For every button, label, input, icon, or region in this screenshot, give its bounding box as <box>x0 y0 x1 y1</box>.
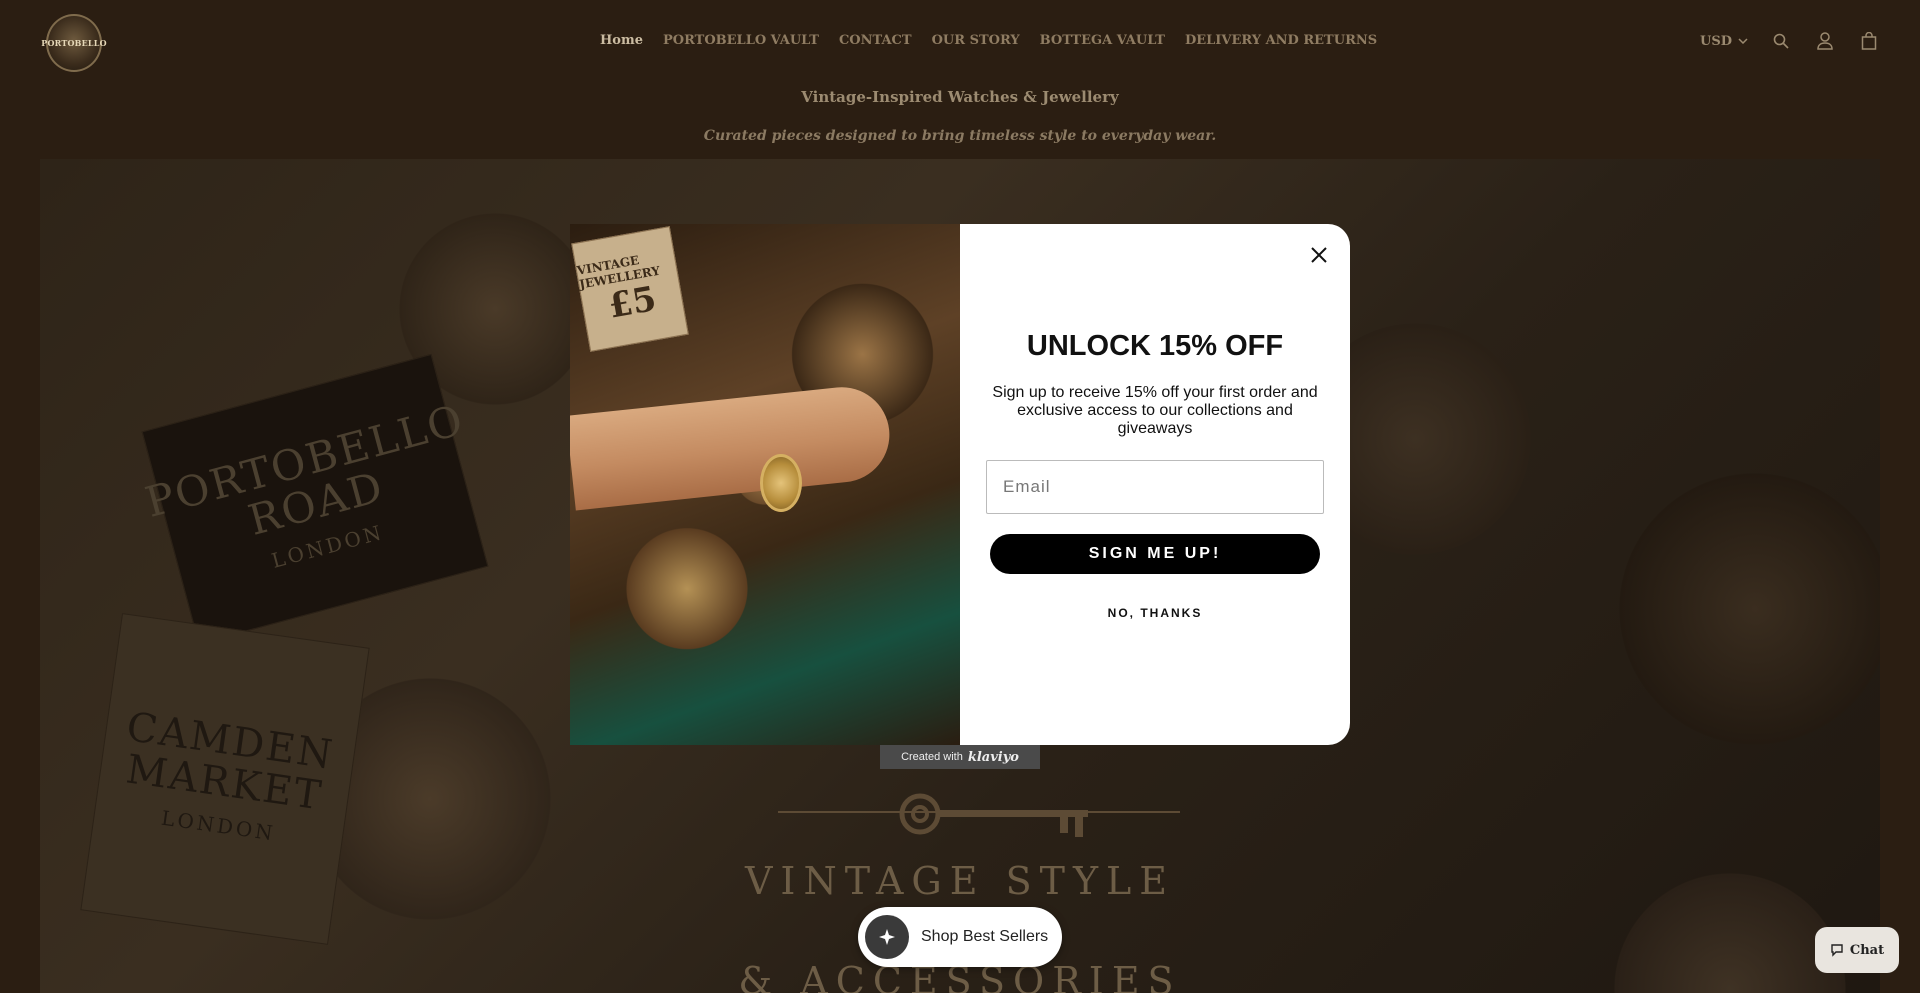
klaviyo-brand: klaviyo <box>967 749 1019 765</box>
chevron-down-icon <box>1738 38 1748 44</box>
store-logo[interactable]: PORTOBELLO <box>41 14 107 72</box>
page-title: Vintage-Inspired Watches & Jewellery <box>801 88 1119 106</box>
search-icon[interactable] <box>1770 30 1792 52</box>
popup-image: VINTAGE JEWELLERY £5 <box>570 224 960 745</box>
model-arm <box>570 382 895 511</box>
klaviyo-credit[interactable]: Created with klaviyo <box>880 745 1040 769</box>
shop-best-sellers-button[interactable]: Shop Best Sellers <box>858 907 1062 967</box>
nav-bottega-vault[interactable]: BOTTEGA VAULT <box>1040 33 1165 48</box>
nav-home[interactable]: Home <box>600 33 643 48</box>
nav-contact[interactable]: CONTACT <box>839 33 912 48</box>
price-sign: VINTAGE JEWELLERY £5 <box>571 226 689 352</box>
account-icon[interactable] <box>1814 30 1836 52</box>
popup-content: UNLOCK 15% OFF Sign up to receive 15% of… <box>960 224 1350 745</box>
close-icon <box>1311 247 1327 263</box>
main-nav: Home PORTOBELLO VAULT CONTACT OUR STORY … <box>600 33 1377 48</box>
sparkle-icon <box>865 915 909 959</box>
email-field[interactable] <box>986 460 1324 514</box>
popup-heading: UNLOCK 15% OFF <box>1026 330 1284 362</box>
popup-description: Sign up to receive 15% off your first or… <box>992 384 1318 437</box>
key-icon <box>899 793 1088 837</box>
currency-label: USD <box>1700 33 1732 49</box>
currency-selector[interactable]: USD <box>1700 34 1748 49</box>
nav-delivery-returns[interactable]: DELIVERY AND RETURNS <box>1185 33 1377 48</box>
close-button[interactable] <box>1302 238 1336 272</box>
hero-title-line: VINTAGE STYLE <box>744 859 1176 903</box>
cart-icon[interactable] <box>1858 30 1880 52</box>
chat-label: Chat <box>1849 942 1885 958</box>
portobello-road-card: PORTOBELLO ROAD LONDON <box>140 353 489 645</box>
sign-price: £5 <box>605 278 660 327</box>
signup-popup: VINTAGE JEWELLERY £5 UNLOCK 15% OFF Sign… <box>570 224 1350 745</box>
card-line: LONDON <box>159 805 278 846</box>
sign-up-button[interactable]: SIGN ME UP! <box>990 534 1320 574</box>
decline-button[interactable]: NO, THANKS <box>960 606 1350 620</box>
best-sellers-label: Shop Best Sellers <box>921 928 1049 945</box>
header-utilities: USD <box>1700 30 1880 52</box>
nav-our-story[interactable]: OUR STORY <box>932 33 1020 48</box>
page-subtitle: Curated pieces designed to bring timeles… <box>703 128 1217 144</box>
chat-button[interactable]: Chat <box>1815 927 1899 973</box>
watch-icon <box>760 454 802 512</box>
logo-text: PORTOBELLO <box>41 38 107 48</box>
chat-icon <box>1831 944 1843 957</box>
site-header: PORTOBELLO Home PORTOBELLO VAULT CONTACT… <box>0 0 1920 88</box>
credit-prefix: Created with <box>901 751 963 763</box>
nav-portobello-vault[interactable]: PORTOBELLO VAULT <box>663 33 819 48</box>
